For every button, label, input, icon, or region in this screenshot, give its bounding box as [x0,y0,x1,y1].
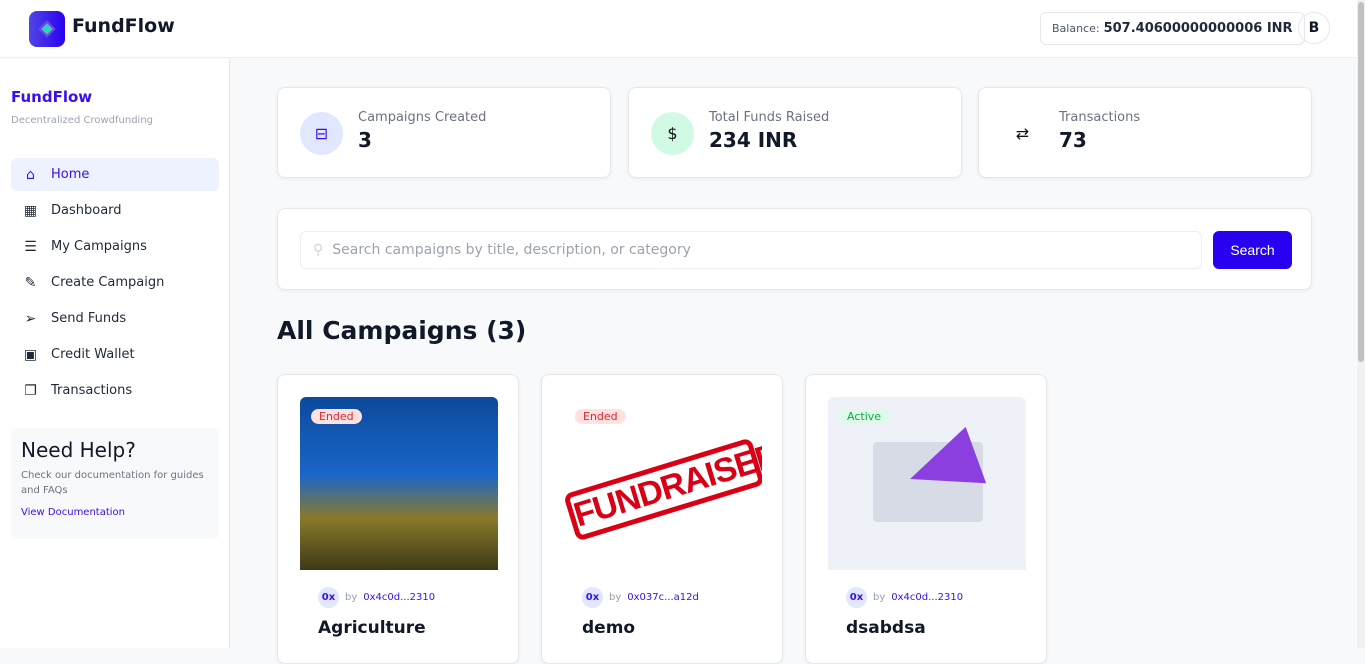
nav-label: My Campaigns [51,239,147,254]
sidebar-item-send-funds[interactable]: ➢ Send Funds [11,302,219,335]
owner-avatar: 0x [846,587,867,608]
campaign-card[interactable]: Active 0x by 0x4c0d...2310 dsabdsa [805,374,1047,664]
logo-icon[interactable] [29,11,65,47]
copy-icon: ❐ [24,382,37,399]
stat-value: 3 [358,128,372,152]
by-label: by [609,592,622,603]
sidebar-item-dashboard[interactable]: ▦ Dashboard [11,194,219,227]
list-icon: ☰ [24,238,37,255]
swap-arrows-icon: ⇄ [1001,112,1044,155]
campaign-image: Ended FUNDRAISER [564,397,762,570]
nav-label: Send Funds [51,311,127,326]
sidebar-item-my-campaigns[interactable]: ☰ My Campaigns [11,230,219,263]
search-panel: ⚲ Search campaigns by title, description,… [277,208,1312,290]
dashboard-icon: ▦ [23,202,38,219]
owner-address[interactable]: 0x037c...a12d [627,592,699,603]
status-badge: Active [839,409,890,424]
campaign-owner: 0x by 0x4c0d...2310 [318,587,435,608]
status-badge: Ended [311,409,362,424]
box-icon: ⊟ [300,112,343,155]
status-badge: Ended [575,409,626,424]
owner-avatar: 0x [582,587,603,608]
sidebar-item-home[interactable]: ⌂ Home [11,158,219,191]
search-input[interactable]: ⚲ Search campaigns by title, description,… [300,231,1202,269]
stat-label: Campaigns Created [358,110,487,125]
sidebar: FundFlow Decentralized Crowdfunding ⌂ Hom… [0,59,230,648]
dollar-icon: $ [651,112,694,155]
campaigns-heading: All Campaigns (3) [277,316,527,345]
view-documentation-link[interactable]: View Documentation [21,507,209,518]
campaign-card[interactable]: Ended FUNDRAISER 0x by 0x037c...a12d demo [541,374,783,664]
campaign-image: Ended [300,397,498,570]
campaign-title[interactable]: demo [582,618,635,638]
campaign-image: Active [828,397,1026,570]
help-title: Need Help? [21,438,136,462]
stat-transactions: ⇄ Transactions 73 [978,87,1312,178]
sidebar-item-create-campaign[interactable]: ✎ Create Campaign [11,266,219,299]
stat-label: Transactions [1059,110,1141,125]
campaign-owner: 0x by 0x037c...a12d [582,587,699,608]
fundraiser-stamp: FUNDRAISER [564,436,762,542]
stat-value: 234 INR [709,128,798,152]
by-label: by [345,592,358,603]
campaign-owner: 0x by 0x4c0d...2310 [846,587,963,608]
stat-campaigns-created: ⊟ Campaigns Created 3 [277,87,611,178]
sidebar-subtitle: Decentralized Crowdfunding [11,115,154,126]
sidebar-item-transactions[interactable]: ❐ Transactions [11,374,219,407]
sidebar-nav: ⌂ Home ▦ Dashboard ☰ My Campaigns ✎ Create C… [11,158,219,410]
search-button[interactable]: Search [1213,231,1292,269]
sidebar-item-credit-wallet[interactable]: ▣ Credit Wallet [11,338,219,371]
send-icon: ➢ [24,310,37,327]
owner-avatar: 0x [318,587,339,608]
campaign-card[interactable]: Ended 0x by 0x4c0d...2310 Agriculture [277,374,519,664]
wallet-icon: ▣ [23,346,38,363]
balance-value: 507.40600000000006 INR [1103,21,1293,36]
nav-label: Transactions [51,383,133,398]
nav-label: Home [51,167,90,182]
nav-label: Dashboard [51,203,122,218]
search-icon: ⚲ [313,242,324,258]
stat-value: 73 [1059,128,1087,152]
campaign-title[interactable]: Agriculture [318,618,426,638]
pencil-icon: ✎ [24,274,37,291]
search-placeholder: Search campaigns by title, description, … [332,242,691,258]
owner-address[interactable]: 0x4c0d...2310 [363,592,435,603]
nav-label: Create Campaign [51,275,165,290]
help-text: Check our documentation for guides and F… [21,470,204,496]
help-box: Need Help? Check our documentation for g… [11,428,219,539]
page-scrollbar[interactable] [1357,0,1365,648]
scrollbar-thumb[interactable] [1358,2,1364,362]
by-label: by [873,592,886,603]
user-avatar[interactable]: B [1298,12,1330,44]
campaign-title[interactable]: dsabdsa [846,618,926,638]
brand-name[interactable]: FundFlow [72,15,175,37]
balance-label: Balance: [1052,22,1100,35]
owner-address[interactable]: 0x4c0d...2310 [891,592,963,603]
nav-label: Credit Wallet [51,347,135,362]
stat-label: Total Funds Raised [709,110,830,125]
home-icon: ⌂ [26,166,35,183]
top-header: FundFlow Balance: 507.40600000000006 INR … [0,0,1357,58]
sidebar-title: FundFlow [11,88,93,106]
balance-display: Balance: 507.40600000000006 INR [1040,12,1305,45]
stat-total-funds: $ Total Funds Raised 234 INR [628,87,962,178]
